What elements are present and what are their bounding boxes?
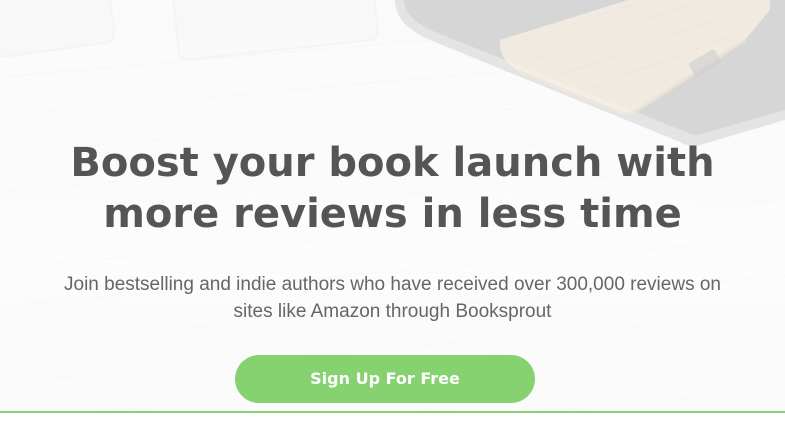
- headline: Boost your book launch with more reviews…: [70, 140, 715, 237]
- hero-content: Boost your book launch with more reviews…: [0, 0, 785, 433]
- sign-up-button[interactable]: Sign Up For Free: [235, 355, 535, 403]
- section-below: [0, 413, 785, 433]
- hero-section: Boost your book launch with more reviews…: [0, 0, 785, 433]
- subheadline: Join bestselling and indie authors who h…: [64, 274, 721, 322]
